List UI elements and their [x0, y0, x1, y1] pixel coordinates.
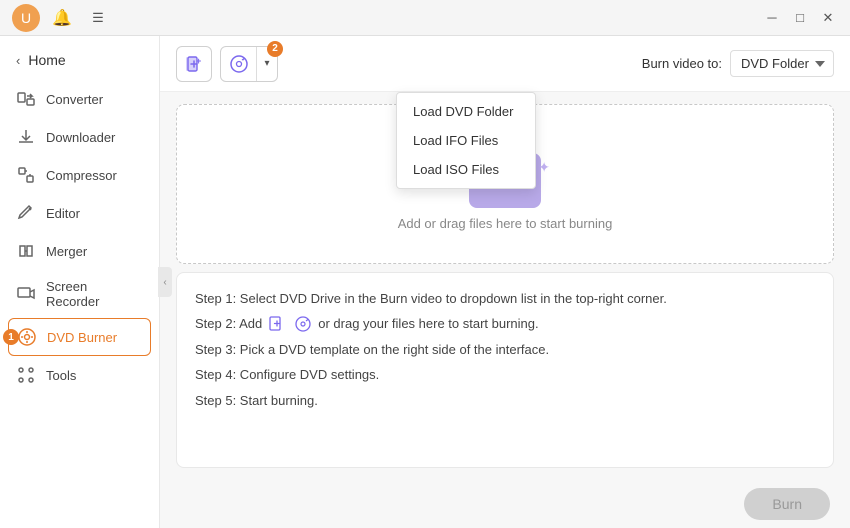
sidebar-item-label: Tools: [46, 368, 76, 383]
dropdown-item-dvd-folder[interactable]: Load DVD Folder: [397, 97, 535, 126]
drop-zone-text: Add or drag files here to start burning: [398, 216, 613, 231]
sidebar-item-dvd-burner[interactable]: 1 DVD Burner: [8, 318, 151, 356]
add-dvd-inline-icon: [294, 315, 312, 333]
bottom-bar: Burn: [160, 480, 850, 528]
maximize-button[interactable]: □: [786, 7, 814, 29]
compressor-icon: [16, 165, 36, 185]
burn-to-label: Burn video to:: [642, 56, 722, 71]
sidebar-collapse-button[interactable]: ‹: [158, 267, 172, 297]
add-file-button[interactable]: +: [176, 46, 212, 82]
sidebar-item-label: Downloader: [46, 130, 115, 145]
sidebar-item-label: Compressor: [46, 168, 117, 183]
sidebar-item-tools[interactable]: Tools: [0, 356, 159, 394]
home-label: Home: [28, 52, 65, 68]
sparkle-right-icon: ✦: [538, 159, 550, 176]
sidebar-item-label: Converter: [46, 92, 103, 107]
instruction-step2: Step 2: Add or drag: [195, 312, 815, 335]
converter-icon: [16, 89, 36, 109]
dvd-burner-icon: [17, 327, 37, 347]
burn-button[interactable]: Burn: [744, 488, 830, 520]
svg-text:+: +: [196, 56, 201, 66]
main-layout: ‹ Home Converter Downloader: [0, 36, 850, 528]
editor-icon: [16, 203, 36, 223]
toolbar: + ▾ 2 Burn video to:: [160, 36, 850, 92]
sidebar-item-compressor[interactable]: Compressor: [0, 156, 159, 194]
instructions-panel: Step 1: Select DVD Drive in the Burn vid…: [176, 272, 834, 468]
close-button[interactable]: ✕: [814, 7, 842, 29]
sidebar-item-downloader[interactable]: Downloader: [0, 118, 159, 156]
dropdown-menu: Load DVD Folder Load IFO Files Load ISO …: [396, 92, 536, 189]
merger-icon: [16, 241, 36, 261]
notification-icon-button[interactable]: 🔔: [48, 4, 76, 32]
sidebar-item-label: Screen Recorder: [46, 279, 143, 309]
menu-icon-button[interactable]: ☰: [84, 7, 112, 29]
user-icon-button[interactable]: U: [12, 4, 40, 32]
instruction-step1: Step 1: Select DVD Drive in the Burn vid…: [195, 287, 815, 310]
minimize-button[interactable]: ─: [758, 7, 786, 29]
back-arrow-icon: ‹: [16, 53, 20, 68]
title-bar: U 🔔 ☰ ─ □ ✕: [0, 0, 850, 36]
screen-recorder-icon: [16, 284, 36, 304]
instruction-step3: Step 3: Pick a DVD template on the right…: [195, 338, 815, 361]
title-bar-left: U 🔔 ☰: [8, 4, 112, 32]
sidebar-item-merger[interactable]: Merger: [0, 232, 159, 270]
instruction-step4: Step 4: Configure DVD settings.: [195, 363, 815, 386]
burn-to-select[interactable]: DVD Folder DVD Disc ISO File: [730, 50, 834, 77]
add-file-inline-icon: [268, 315, 286, 333]
sidebar-item-editor[interactable]: Editor: [0, 194, 159, 232]
sidebar-item-screen-recorder[interactable]: Screen Recorder: [0, 270, 159, 318]
sidebar-item-label: DVD Burner: [47, 330, 117, 345]
dvd-button-badge: 2: [267, 41, 283, 57]
sidebar: ‹ Home Converter Downloader: [0, 36, 160, 528]
tools-icon: [16, 365, 36, 385]
dropdown-item-ifo-files[interactable]: Load IFO Files: [397, 126, 535, 155]
dvd-dropdown-arrow-icon: ▾: [257, 58, 277, 69]
sidebar-item-converter[interactable]: Converter: [0, 80, 159, 118]
sidebar-item-label: Editor: [46, 206, 80, 221]
downloader-icon: [16, 127, 36, 147]
dropdown-item-iso-files[interactable]: Load ISO Files: [397, 155, 535, 184]
burn-to-section: Burn video to: DVD Folder DVD Disc ISO F…: [642, 50, 834, 77]
sidebar-item-label: Merger: [46, 244, 87, 259]
dvd-burner-badge: 1: [3, 329, 19, 345]
instruction-step5: Step 5: Start burning.: [195, 389, 815, 412]
add-dvd-button[interactable]: ▾ 2: [220, 46, 278, 82]
sidebar-home[interactable]: ‹ Home: [0, 44, 159, 80]
content-area: + ▾ 2 Burn video to:: [160, 36, 850, 528]
dvd-icon: [221, 47, 257, 81]
